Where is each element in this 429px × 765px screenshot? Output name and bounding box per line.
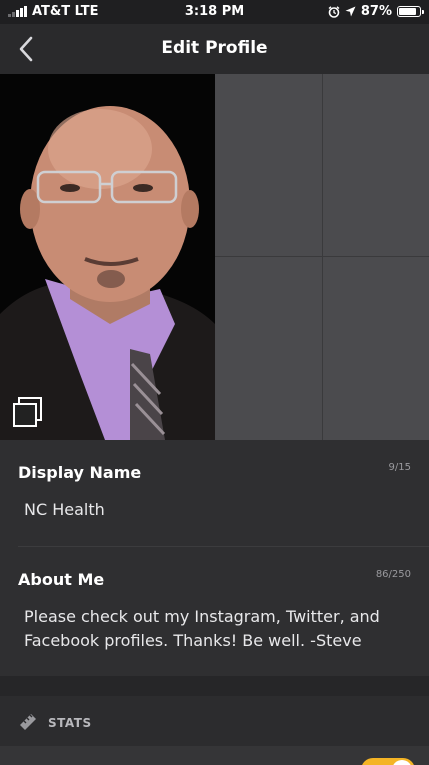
stats-toggle[interactable] <box>361 758 415 765</box>
photo-stack-icon[interactable] <box>12 396 44 428</box>
battery-icon <box>397 6 424 17</box>
battery-fill <box>399 8 416 15</box>
empty-photo-slot[interactable] <box>323 257 429 440</box>
profile-photo-image <box>0 74 215 440</box>
about-me-label: About Me <box>18 570 105 589</box>
battery-percent: 87% <box>360 4 392 19</box>
display-name-field[interactable]: NC Health <box>24 498 405 522</box>
grid-divider <box>215 256 429 257</box>
display-name-label: Display Name <box>18 463 142 482</box>
grid-divider <box>322 74 323 440</box>
alarm-icon <box>328 5 340 18</box>
toggle-knob <box>392 760 412 765</box>
display-name-section: Display Name 9/15 NC Health <box>0 440 429 547</box>
location-icon <box>345 6 356 17</box>
empty-photo-slot[interactable] <box>216 257 322 440</box>
photo-grid <box>0 74 429 440</box>
section-gap <box>0 676 429 696</box>
profile-photo[interactable] <box>0 74 215 440</box>
status-bar: AT&T LTE 3:18 PM 87% <box>0 0 429 24</box>
empty-photo-slot[interactable] <box>216 74 322 256</box>
page-title: Edit Profile <box>161 38 268 58</box>
stats-label: STATS <box>48 716 92 730</box>
status-right: 87% <box>328 4 424 19</box>
about-me-section: About Me 86/250 Please check out my Inst… <box>0 547 429 676</box>
about-me-field[interactable]: Please check out my Instagram, Twitter, … <box>24 605 405 653</box>
about-me-counter: 86/250 <box>375 569 411 580</box>
edit-profile-screen: AT&T LTE 3:18 PM 87% Edit Profile Displa… <box>0 0 429 765</box>
nav-bar: Edit Profile <box>0 24 429 74</box>
stats-section-header: STATS <box>0 696 429 746</box>
display-name-counter: 9/15 <box>388 462 411 473</box>
empty-photo-slot[interactable] <box>323 74 429 256</box>
ruler-icon <box>20 714 36 730</box>
